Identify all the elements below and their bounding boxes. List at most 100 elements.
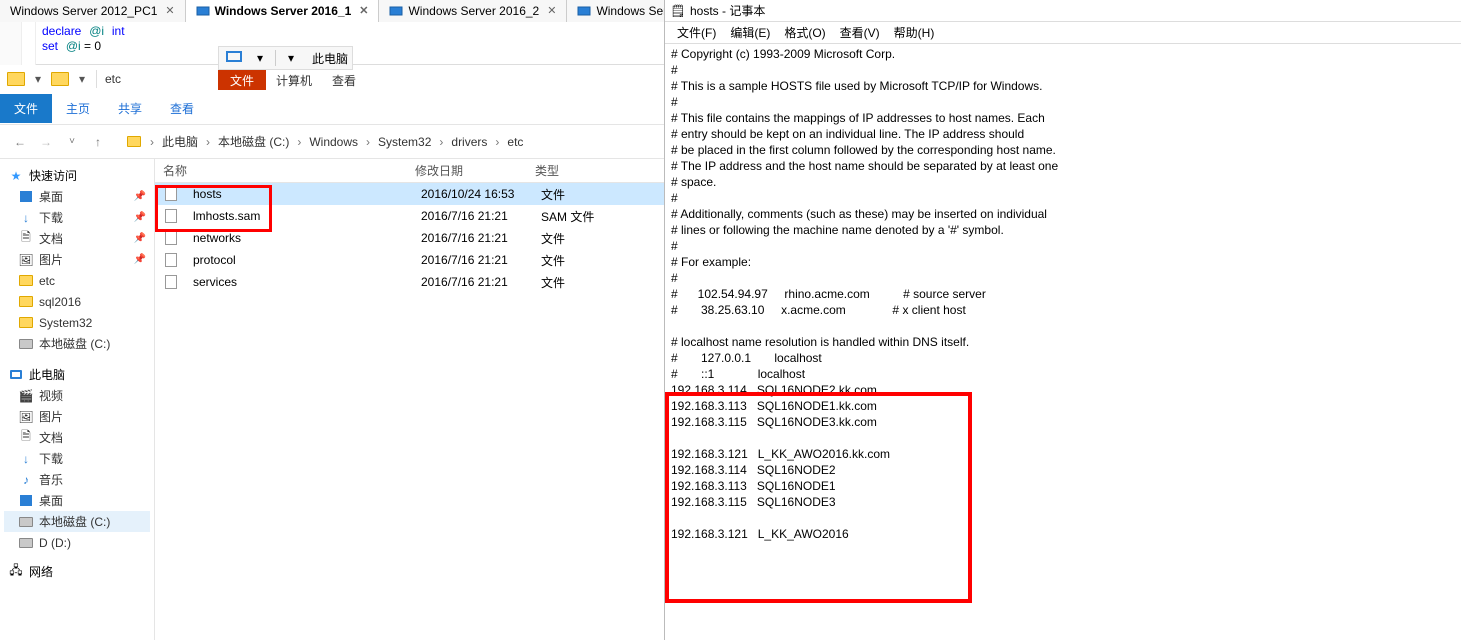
editor-gutter [22,22,36,65]
notepad-content[interactable]: # Copyright (c) 1993-2009 Microsoft Corp… [665,44,1461,640]
sidebar-item[interactable]: D (D:) [4,532,150,553]
document-icon: 🗎 [18,231,34,247]
sidebar-quick-access[interactable]: ★ 快速访问 [4,165,150,186]
close-icon[interactable]: ✕ [165,4,174,17]
window-title: hosts - 记事本 [690,2,765,19]
breadcrumb-item[interactable]: etc [503,133,527,151]
sidebar-item[interactable]: 桌面📌 [4,186,150,207]
chevron-right-icon[interactable]: › [295,135,303,149]
chevron-right-icon[interactable]: › [148,135,156,149]
menu-file[interactable]: 文件(F) [671,22,722,43]
vm-tab[interactable]: Windows Server 2016_1 ✕ [186,0,380,22]
vm-tab[interactable]: Windows Server 2012_PC1 ✕ [0,0,186,22]
sidebar-item[interactable]: etc [4,270,150,291]
sidebar-item[interactable]: ↓ 下载 [4,448,150,469]
ribbon-view[interactable]: 查看 [156,94,208,123]
sidebar-item[interactable]: ♪音乐 [4,469,150,490]
sidebar-item[interactable]: 🖼 图片 [4,406,150,427]
breadcrumb-item[interactable]: System32 [374,133,435,151]
video-icon: 🎬 [18,388,34,404]
col-name[interactable]: 名称 [155,162,415,179]
sidebar-item[interactable]: sql2016 [4,291,150,312]
menu-help[interactable]: 帮助(H) [888,22,941,43]
folder-icon[interactable] [4,68,28,90]
file-date: 2016/10/24 16:53 [421,187,541,201]
picture-icon: 🖼 [18,252,34,268]
close-icon[interactable]: ✕ [547,4,556,17]
download-icon: ↓ [18,451,34,467]
label: sql2016 [39,295,81,309]
tab-view[interactable]: 查看 [322,70,366,90]
file-date: 2016/7/16 21:21 [421,253,541,267]
menu-format[interactable]: 格式(O) [778,22,831,43]
vm-icon [196,4,210,18]
file-date: 2016/7/16 21:21 [421,209,541,223]
chevron-right-icon[interactable]: › [437,135,445,149]
editor-code[interactable]: declare @i int set @i = 0 [36,22,131,56]
menu-view[interactable]: 查看(V) [834,22,886,43]
star-icon: ★ [8,168,24,184]
file-date: 2016/7/16 21:21 [421,231,541,245]
col-type[interactable]: 类型 [535,162,615,179]
dropdown-icon[interactable]: ▾ [249,49,271,67]
sidebar-item[interactable]: System32 [4,312,150,333]
disk-icon [18,336,34,352]
folder-icon [18,315,34,331]
pin-icon: 📌 [134,254,146,265]
path-label: etc [101,72,125,86]
folder-icon [122,130,146,154]
sidebar-item[interactable]: 本地磁盘 (C:) [4,333,150,354]
sidebar-network[interactable]: 🖧网络 [4,561,150,582]
sidebar-this-pc[interactable]: 此电脑 [4,364,150,385]
vm-tab[interactable]: Windows Server 2016_2 ✕ [379,0,567,22]
label: System32 [39,316,92,330]
up-button[interactable]: ↑ [86,130,110,154]
sidebar-item[interactable]: 🗎文档 [4,427,150,448]
ribbon-share[interactable]: 共享 [104,94,156,123]
breadcrumb-item[interactable]: 本地磁盘 (C:) [214,131,293,152]
file-type: SAM 文件 [541,208,621,225]
recent-dropdown[interactable]: ˅ [60,130,84,154]
sidebar-item[interactable]: ↓下载📌 [4,207,150,228]
sidebar-item[interactable]: 本地磁盘 (C:) [4,511,150,532]
label: 下载 [39,450,63,467]
separator [275,50,276,66]
file-name: lmhosts.sam [185,209,421,223]
monitor-icon[interactable] [223,49,245,67]
file-icon [163,230,179,246]
close-icon[interactable]: ✕ [359,4,368,17]
file-name: services [185,275,421,289]
folder-icon[interactable] [48,68,72,90]
download-icon: ↓ [18,210,34,226]
forward-button[interactable]: → [34,130,58,154]
label: 图片 [39,408,63,425]
pin-icon: 📌 [134,233,146,244]
var: @i [66,39,81,53]
chevron-right-icon[interactable]: › [204,135,212,149]
label: 音乐 [39,471,63,488]
dropdown-icon[interactable]: ▾ [32,68,44,90]
separator [96,70,97,88]
back-button[interactable]: ← [8,130,32,154]
sidebar-item[interactable]: 桌面 [4,490,150,511]
breadcrumb-item[interactable]: 此电脑 [158,131,202,152]
label: 快速访问 [29,167,77,184]
breadcrumb-item[interactable]: drivers [447,133,491,151]
sidebar-item[interactable]: 🖼 图片 📌 [4,249,150,270]
sidebar-item[interactable]: 🗎文档📌 [4,228,150,249]
tab-label: Windows Server 2016_1 [215,4,352,18]
ribbon-home[interactable]: 主页 [52,94,104,123]
ribbon-file[interactable]: 文件 [0,94,52,123]
caret-icon[interactable]: ▾ [280,49,302,67]
dropdown-icon[interactable]: ▾ [76,68,88,90]
label: 图片 [39,251,63,268]
sidebar-item[interactable]: 🎬视频 [4,385,150,406]
tab-file[interactable]: 文件 [218,70,266,90]
menu-edit[interactable]: 编辑(E) [724,22,776,43]
breadcrumb-item[interactable]: Windows [305,133,362,151]
chevron-right-icon[interactable]: › [493,135,501,149]
col-date[interactable]: 修改日期 [415,162,535,179]
tab-computer[interactable]: 计算机 [266,70,322,90]
picture-icon: 🖼 [18,409,34,425]
chevron-right-icon[interactable]: › [364,135,372,149]
